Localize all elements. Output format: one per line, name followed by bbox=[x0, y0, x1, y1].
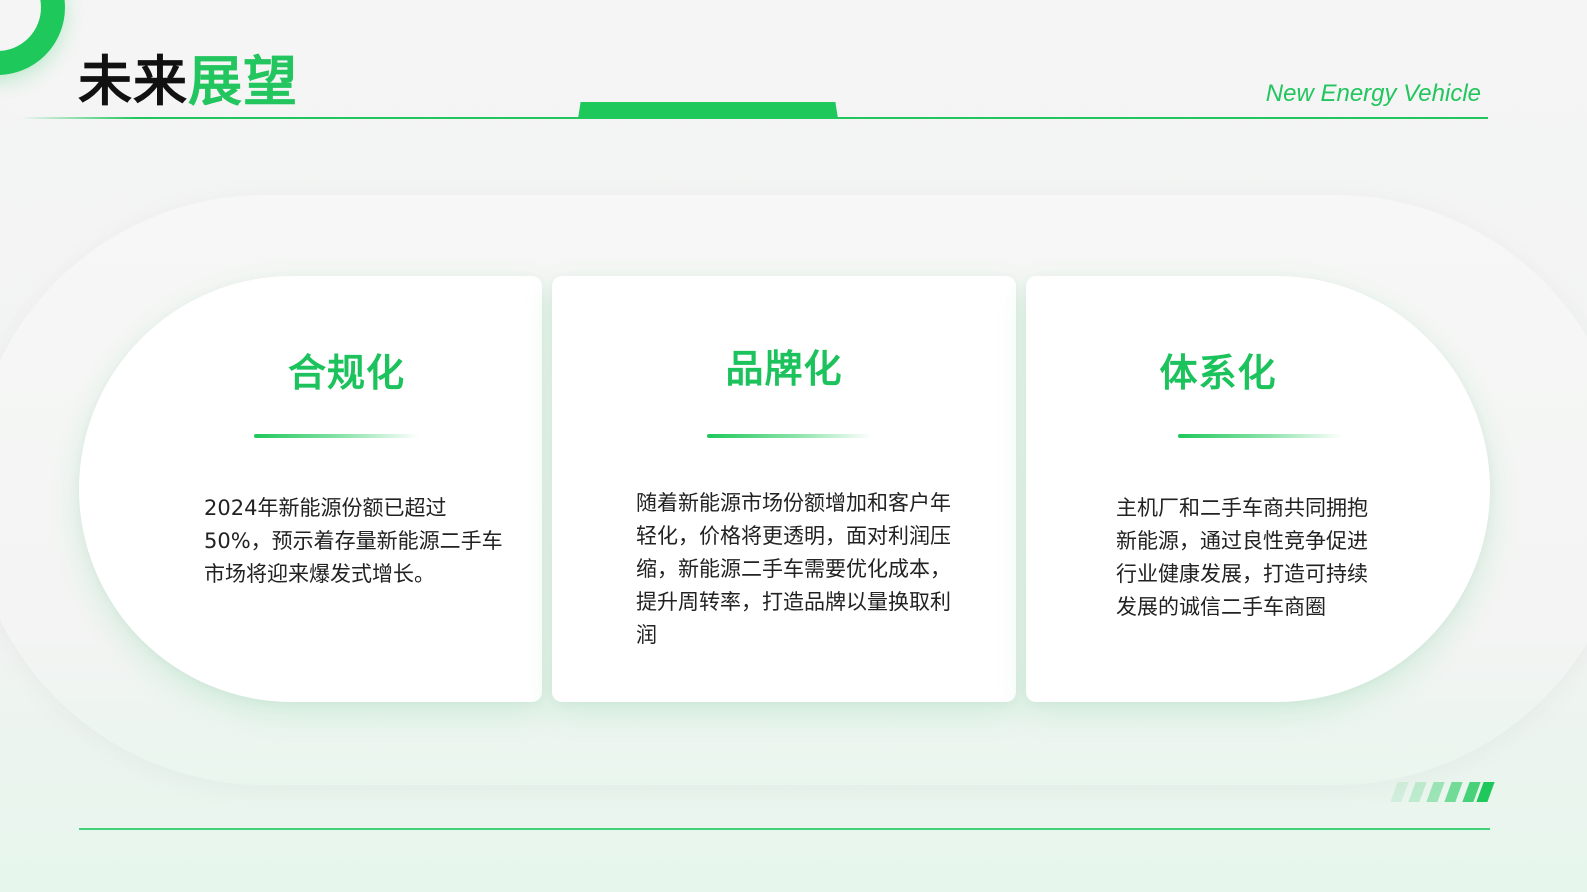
card-divider bbox=[1178, 434, 1343, 438]
stripe bbox=[1408, 782, 1427, 802]
card-group: 合规化 2024年新能源份额已超过50%，预示着存量新能源二手车市场将迎来爆发式… bbox=[79, 276, 1490, 702]
page-title-part1: 未来 bbox=[78, 50, 188, 113]
card-title: 体系化 bbox=[1159, 351, 1277, 395]
stripes-decoration bbox=[1380, 782, 1495, 802]
card-compliance: 合规化 2024年新能源份额已超过50%，预示着存量新能源二手车市场将迎来爆发式… bbox=[79, 276, 542, 702]
card-text: 2024年新能源份额已超过50%，预示着存量新能源二手车市场将迎来爆发式增长。 bbox=[204, 496, 503, 586]
stripe bbox=[1390, 782, 1409, 802]
page-title-part2: 展望 bbox=[188, 50, 298, 113]
corner-ring-decoration bbox=[0, 0, 65, 75]
card-branding: 品牌化 随着新能源市场份额增加和客户年轻化，价格将更透明，面对利润压缩，新能源二… bbox=[552, 276, 1016, 702]
card-title: 品牌化 bbox=[725, 347, 843, 391]
stripe bbox=[1426, 782, 1445, 802]
card-system: 体系化 主机厂和二手车商共同拥抱新能源，通过良性竞争促进行业健康发展，打造可持续… bbox=[1026, 276, 1490, 702]
page-subtitle: New Energy Vehicle bbox=[1265, 80, 1481, 107]
header-tab-decoration bbox=[578, 102, 838, 119]
card-text: 主机厂和二手车商共同拥抱新能源，通过良性竞争促进行业健康发展，打造可持续发展的诚… bbox=[1116, 496, 1368, 619]
card-divider bbox=[707, 434, 872, 438]
footer-divider bbox=[79, 828, 1490, 830]
card-title: 合规化 bbox=[287, 351, 405, 395]
card-divider bbox=[254, 434, 419, 438]
stripe bbox=[1444, 782, 1463, 802]
card-text: 随着新能源市场份额增加和客户年轻化，价格将更透明，面对利润压缩，新能源二手车需要… bbox=[636, 491, 951, 647]
page-title: 未来展望 bbox=[78, 50, 298, 114]
